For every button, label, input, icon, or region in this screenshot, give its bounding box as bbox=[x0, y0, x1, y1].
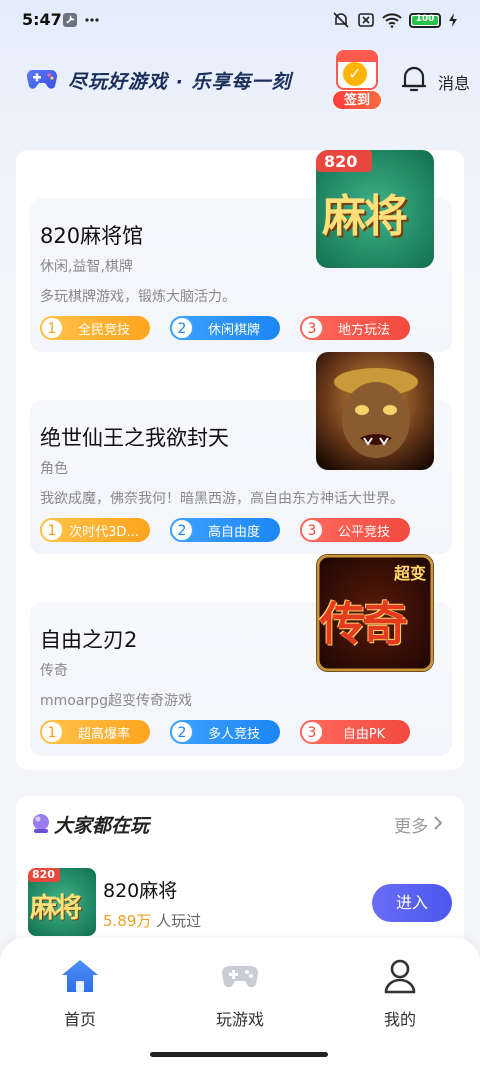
sim-off-icon bbox=[358, 13, 374, 27]
tag-number: 2 bbox=[170, 518, 194, 542]
tag-label: 高自由度 bbox=[207, 524, 260, 540]
thumb-title: 麻将 bbox=[322, 191, 408, 242]
game-list-card: 820麻将馆 休闲,益智,棋牌 多玩棋牌游戏，锻炼大脑活力。 1 全民竞技 2 休闲… bbox=[16, 150, 464, 770]
game-category: 休闲,益智,棋牌 bbox=[40, 259, 133, 275]
thumb-badge: 820 bbox=[32, 868, 55, 881]
status-left-icons bbox=[62, 12, 100, 28]
thumb-title: 麻将 bbox=[30, 893, 82, 924]
tag-label: 全民竞技 bbox=[77, 322, 130, 338]
enter-button[interactable]: 进入 bbox=[372, 884, 452, 922]
game-tag: 1 超高爆率 bbox=[40, 720, 150, 744]
checkin-label: 签到 bbox=[332, 90, 382, 110]
battery-text: 100 bbox=[415, 13, 435, 24]
play-count-number: 5.89万 bbox=[103, 912, 152, 930]
tag-number: 2 bbox=[170, 316, 194, 340]
popular-title: 大家都在玩 bbox=[54, 815, 150, 837]
thumb-badge: 超变 bbox=[393, 564, 426, 583]
mute-bell-icon bbox=[333, 12, 349, 28]
play-count: 5.89万 人玩过 bbox=[103, 910, 201, 931]
game-thumb-monkey-king[interactable] bbox=[316, 352, 434, 470]
game-tag: 3 公平竞技 bbox=[300, 518, 410, 542]
game-description: 我欲成魔，佛奈我何！暗黑西游，高自由东方神话大世界。 bbox=[40, 491, 404, 507]
tag-label: 休闲棋牌 bbox=[207, 322, 260, 338]
nav-home[interactable]: 首页 bbox=[30, 958, 130, 1030]
game-tag: 3 自由PK bbox=[300, 720, 410, 744]
game-tag: 1 全民竞技 bbox=[40, 316, 150, 340]
nav-label: 玩游戏 bbox=[215, 1010, 264, 1029]
tag-label: 多人竞技 bbox=[207, 726, 260, 742]
more-link[interactable]: 更多 bbox=[394, 812, 428, 837]
tag-label: 超高爆率 bbox=[77, 726, 130, 742]
game-tag: 2 多人竞技 bbox=[170, 720, 280, 744]
game-tag: 1 次时代3D... bbox=[40, 518, 150, 542]
tag-label: 公平竞技 bbox=[337, 524, 390, 540]
bell-icon[interactable] bbox=[400, 64, 428, 94]
tag-number: 1 bbox=[40, 316, 64, 340]
tag-number: 2 bbox=[170, 720, 194, 744]
status-right-icons: 100 bbox=[332, 11, 458, 29]
tag-number: 1 bbox=[40, 518, 64, 542]
charging-icon bbox=[449, 13, 457, 27]
tag-number: 3 bbox=[300, 316, 324, 340]
chevron-right-icon[interactable] bbox=[432, 815, 444, 831]
status-time: 5:47 bbox=[22, 10, 62, 29]
wrench-icon bbox=[63, 13, 77, 27]
tag-label: 次时代3D... bbox=[69, 524, 139, 540]
game-tag: 2 高自由度 bbox=[170, 518, 280, 542]
game-name: 自由之刃2 bbox=[40, 628, 138, 652]
tag-label: 自由PK bbox=[342, 726, 386, 742]
game-description: mmoarpg超变传奇游戏 bbox=[40, 693, 192, 709]
crystal-ball-icon bbox=[33, 814, 49, 833]
tag-number: 3 bbox=[300, 720, 324, 744]
header: 尽玩好游戏 · 乐享每一刻 ✓ 签到 消息 bbox=[0, 44, 480, 116]
thumb-title: 传奇 bbox=[320, 597, 408, 651]
popular-thumb: 820 麻将 bbox=[28, 868, 96, 936]
game-tag: 3 地方玩法 bbox=[300, 316, 410, 340]
gamepad-icon bbox=[221, 965, 259, 988]
game-thumb-chuanqi[interactable]: 超变 传奇 bbox=[316, 554, 434, 672]
game-thumb-mahjong[interactable]: 820 麻将 bbox=[316, 150, 434, 268]
game-tags: 1 次时代3D... 2 高自由度 3 公平竞技 bbox=[40, 518, 410, 542]
header-slogan: 尽玩好游戏 · 乐享每一刻 bbox=[68, 71, 292, 93]
check-icon: ✓ bbox=[343, 62, 367, 86]
nav-play-games[interactable]: 玩游戏 bbox=[190, 958, 290, 1030]
home-indicator[interactable] bbox=[150, 1052, 328, 1057]
game-name: 820麻将馆 bbox=[40, 224, 144, 248]
game-tags: 1 全民竞技 2 休闲棋牌 3 地方玩法 bbox=[40, 316, 410, 340]
thumb-badge: 820 bbox=[324, 152, 358, 171]
play-count-suffix: 人玩过 bbox=[151, 912, 202, 930]
messages-label[interactable]: 消息 bbox=[438, 70, 470, 94]
nav-label: 首页 bbox=[63, 1010, 96, 1029]
game-category: 角色 bbox=[40, 461, 68, 477]
status-bar: 5:47 100 bbox=[0, 0, 480, 40]
popular-name: 820麻将 bbox=[103, 880, 178, 902]
game-name: 绝世仙王之我欲封天 bbox=[40, 426, 229, 450]
game-category: 传奇 bbox=[40, 663, 68, 679]
user-icon bbox=[384, 959, 416, 994]
battery-icon: 100 bbox=[409, 12, 441, 28]
home-icon bbox=[62, 960, 98, 992]
tag-number: 3 bbox=[300, 518, 324, 542]
checkin-button[interactable]: ✓ 签到 bbox=[330, 50, 384, 110]
wifi-icon bbox=[382, 13, 402, 28]
bottom-nav: 首页 玩游戏 我的 bbox=[0, 938, 480, 1067]
game-tags: 1 超高爆率 2 多人竞技 3 自由PK bbox=[40, 720, 410, 744]
monkey-king-art-icon bbox=[316, 352, 434, 470]
nav-label: 我的 bbox=[383, 1010, 416, 1029]
more-icon bbox=[85, 18, 99, 22]
tag-label: 地方玩法 bbox=[337, 322, 390, 338]
gamepad-logo-icon bbox=[26, 70, 58, 89]
tag-number: 1 bbox=[40, 720, 64, 744]
popular-item[interactable]: 820 麻将 820麻将 5.89万 人玩过 进入 bbox=[28, 868, 452, 938]
nav-mine[interactable]: 我的 bbox=[350, 958, 450, 1030]
game-description: 多玩棋牌游戏，锻炼大脑活力。 bbox=[40, 289, 236, 305]
game-tag: 2 休闲棋牌 bbox=[170, 316, 280, 340]
